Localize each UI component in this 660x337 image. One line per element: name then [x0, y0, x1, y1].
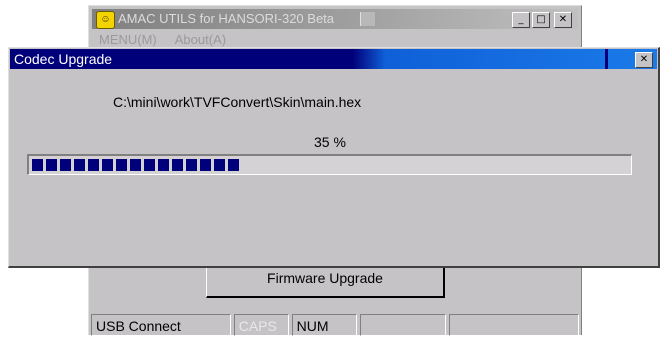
menu-bar: MENU(M) About(A) [99, 32, 226, 47]
status-usb-connect: USB Connect [91, 314, 231, 336]
close-icon[interactable]: ✕ [554, 12, 572, 28]
status-pane-empty-2 [449, 314, 580, 336]
status-bar: USB Connect CAPS NUM [91, 314, 580, 336]
dialog-title-bar[interactable]: Codec Upgrade ✕ [10, 49, 657, 69]
progress-percent-label: 35 % [314, 134, 346, 150]
status-num: NUM [291, 314, 358, 336]
window-controls: _ □ ✕ [512, 12, 572, 28]
status-caps: CAPS [233, 314, 289, 336]
minimize-icon[interactable]: _ [512, 12, 530, 28]
menu-item-menu[interactable]: MENU(M) [99, 32, 157, 47]
file-path-label: C:\mini\work\TVFConvert\Skin\main.hex [113, 94, 362, 110]
upgrade-progress-bar [27, 154, 632, 175]
progress-fill [32, 159, 240, 171]
dialog-title: Codec Upgrade [14, 51, 113, 67]
close-icon[interactable]: ✕ [635, 52, 653, 68]
title-separator [605, 49, 608, 69]
codec-upgrade-dialog: Codec Upgrade ✕ C:\mini\work\TVFConvert\… [8, 47, 660, 268]
app-smiley-icon: ☺ [96, 11, 115, 29]
title-separator [360, 12, 375, 26]
main-window-title: AMAC UTILS for HANSORI-320 Beta [118, 11, 335, 26]
main-title-bar[interactable]: ☺ AMAC UTILS for HANSORI-320 Beta _ □ ✕ [92, 9, 578, 29]
maximize-icon[interactable]: □ [532, 12, 550, 28]
menu-item-about[interactable]: About(A) [175, 32, 226, 47]
status-pane-empty-1 [360, 314, 447, 336]
